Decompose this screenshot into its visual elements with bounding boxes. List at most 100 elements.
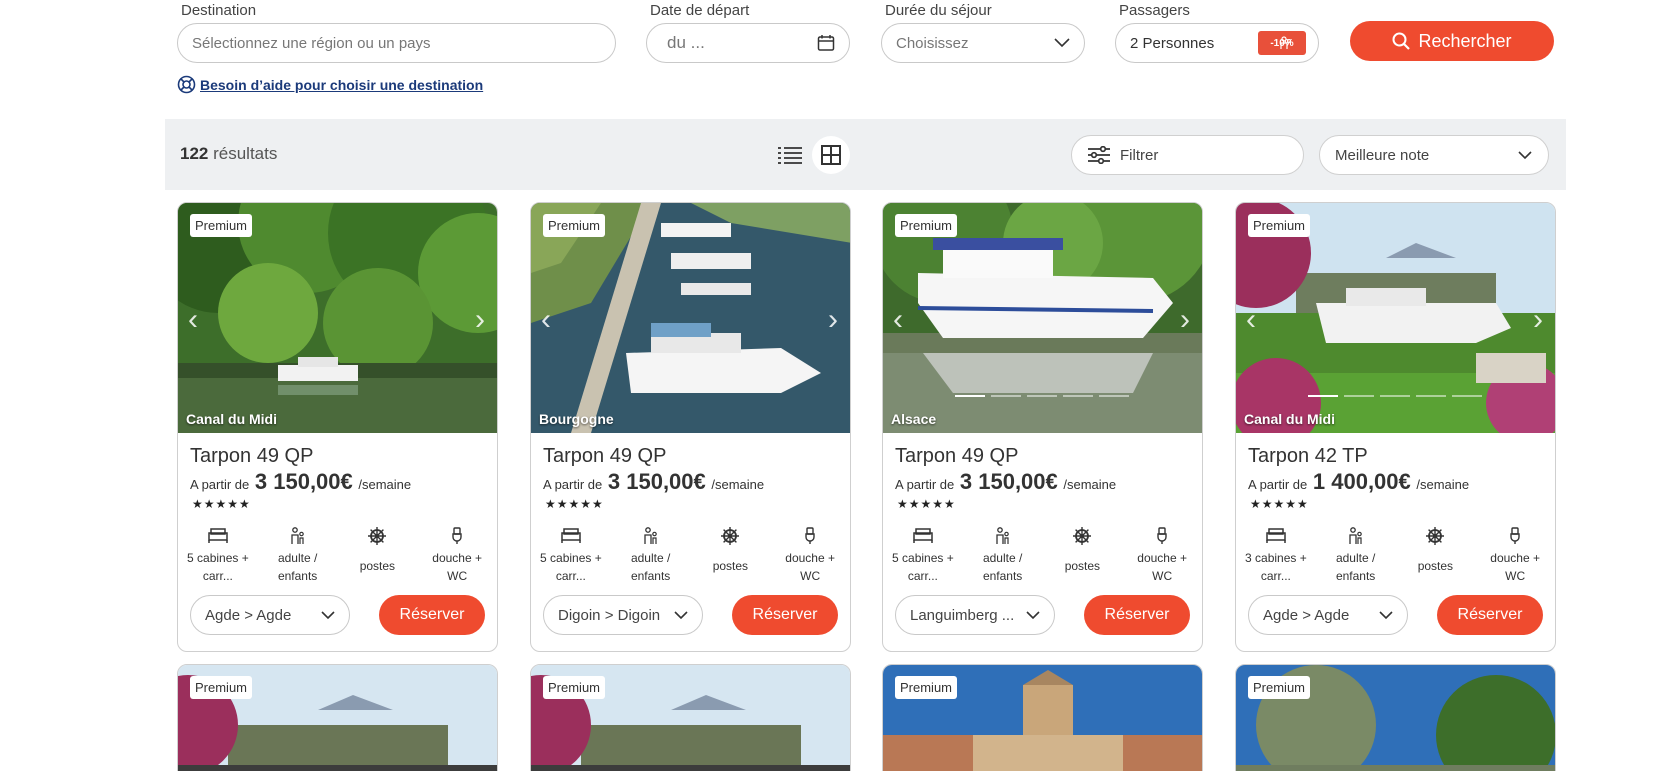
listing-card[interactable]: Premium: [177, 664, 498, 771]
destination-field[interactable]: Sélectionnez une région ou un pays: [177, 23, 616, 63]
route-value: Digoin > Digoin: [558, 606, 661, 624]
boat-photo[interactable]: Premium ‹ › Canal du Midi: [178, 203, 497, 433]
reserve-button[interactable]: Réserver: [379, 595, 485, 635]
feature-cabins: 3 cabines + carr...: [1236, 525, 1316, 585]
reserve-button[interactable]: Réserver: [1437, 595, 1543, 635]
search-icon: [1392, 32, 1411, 50]
listing-card[interactable]: Premium ‹ › Alsace Tarpon 49 QP A partir…: [882, 202, 1203, 652]
listing-card[interactable]: Premium: [530, 664, 851, 771]
toilet-icon: [451, 525, 463, 547]
feature-cabins-text: 5 cabines + carr...: [892, 551, 954, 583]
chevron-left-icon[interactable]: ‹: [1246, 303, 1256, 337]
route-value: Agde > Agde: [205, 606, 292, 624]
feature-guests: adulte / enfants: [258, 525, 338, 585]
price-suffix: /semaine: [711, 477, 765, 492]
chevron-down-icon: [1518, 151, 1532, 160]
results-label: résultats: [213, 144, 278, 163]
premium-badge: Premium: [543, 676, 606, 699]
feature-shower-text: douche + WC: [432, 551, 482, 583]
chevron-left-icon[interactable]: ‹: [893, 303, 903, 337]
chevron-down-icon: [321, 611, 335, 620]
listing-card[interactable]: Premium: [1235, 664, 1556, 771]
listing-card[interactable]: Premium ‹ › Bourgogne Tarpon 49 QP A par…: [530, 202, 851, 652]
chevron-left-icon[interactable]: ‹: [541, 303, 551, 337]
photo-river-boat: [883, 203, 1202, 433]
premium-badge: Premium: [190, 214, 253, 237]
boat-photo[interactable]: Premium ‹ › Canal du Midi: [1236, 203, 1555, 433]
chevron-right-icon[interactable]: ›: [828, 303, 838, 337]
filter-button[interactable]: Filtrer: [1071, 135, 1304, 175]
price-suffix: /semaine: [1063, 477, 1117, 492]
departure-placeholder: du ...: [667, 33, 705, 52]
boat-photo[interactable]: Premium: [1236, 665, 1555, 771]
toilet-icon: [1156, 525, 1168, 547]
bed-icon: [208, 525, 228, 547]
chevron-down-icon: [1054, 38, 1070, 48]
feature-cabins: 5 cabines + carr...: [178, 525, 258, 585]
chevron-right-icon[interactable]: ›: [1180, 303, 1190, 337]
passengers-field[interactable]: 2 Personnes -10%: [1115, 23, 1319, 63]
feature-cabins-text: 3 cabines + carr...: [1245, 551, 1307, 583]
toilet-icon: [804, 525, 816, 547]
sort-select[interactable]: Meilleure note: [1319, 135, 1549, 175]
boat-photo[interactable]: Premium ‹ › Bourgogne: [531, 203, 850, 433]
price-value: 3 150,00€: [607, 469, 706, 494]
route-select[interactable]: Agde > Agde: [1248, 595, 1408, 635]
route-select[interactable]: Languimberg ...: [895, 595, 1055, 635]
feature-shower: douche + WC: [1475, 525, 1555, 585]
feature-shower-text: douche + WC: [785, 551, 835, 583]
reserve-button[interactable]: Réserver: [732, 595, 838, 635]
toilet-icon: [1509, 525, 1521, 547]
search-button[interactable]: Rechercher: [1350, 21, 1554, 61]
boat-photo[interactable]: Premium: [531, 665, 850, 771]
premium-badge: Premium: [1248, 676, 1311, 699]
route-select[interactable]: Digoin > Digoin: [543, 595, 703, 635]
departure-field[interactable]: du ...: [646, 23, 850, 63]
list-icon: [778, 147, 802, 164]
price-value: 1 400,00€: [1312, 469, 1411, 494]
reserve-button[interactable]: Réserver: [1084, 595, 1190, 635]
results-toolbar: 122 résultats Filtrer Meilleure note: [165, 119, 1566, 190]
help-link[interactable]: Besoin d’aide pour choisir une destinati…: [177, 75, 483, 94]
price-suffix: /semaine: [1416, 477, 1470, 492]
listing-card[interactable]: Premium ‹ › Canal du Midi Tarpon 49 QP A…: [177, 202, 498, 652]
boat-photo[interactable]: Premium ‹ › Alsace: [883, 203, 1202, 433]
feature-helm-text: postes: [1417, 559, 1454, 573]
chevron-right-icon[interactable]: ›: [475, 303, 485, 337]
region-label: Canal du Midi: [186, 411, 277, 427]
chevron-left-icon[interactable]: ‹: [188, 303, 198, 337]
price-prefix: A partir de: [543, 477, 603, 492]
lifebuoy-icon: [177, 75, 196, 94]
duration-select[interactable]: Choisissez: [881, 23, 1085, 63]
grid-icon: [821, 145, 841, 165]
boat-name: Tarpon 49 QP: [543, 445, 667, 467]
rating-stars: ★★★★★: [192, 497, 251, 511]
listing-card[interactable]: Premium: [882, 664, 1203, 771]
feature-cabins-text: 5 cabines + carr...: [540, 551, 602, 583]
price-line: A partir de 3 150,00€ /semaine: [895, 469, 1116, 495]
rating-stars: ★★★★★: [545, 497, 604, 511]
features-row: 5 cabines + carr... adulte / enfants pos…: [531, 525, 850, 585]
route-select[interactable]: Agde > Agde: [190, 595, 350, 635]
boat-photo[interactable]: Premium: [178, 665, 497, 771]
premium-badge: Premium: [895, 214, 958, 237]
helm-icon: [1426, 525, 1445, 547]
sort-value: Meilleure note: [1335, 146, 1430, 164]
price-value: 3 150,00€: [254, 469, 353, 494]
list-view-button[interactable]: [771, 136, 809, 174]
route-value: Agde > Agde: [1263, 606, 1350, 624]
price-prefix: A partir de: [895, 477, 955, 492]
chevron-right-icon[interactable]: ›: [1533, 303, 1543, 337]
duration-label: Durée du séjour: [885, 2, 992, 19]
chevron-down-icon: [674, 611, 688, 620]
grid-view-button[interactable]: [812, 136, 850, 174]
price-line: A partir de 3 150,00€ /semaine: [543, 469, 764, 495]
feature-helm: postes: [338, 525, 418, 585]
listing-card[interactable]: Premium ‹ › Canal du Midi Tarpon 42 TP A…: [1235, 202, 1556, 652]
feature-guests-text: adulte / enfants: [630, 551, 671, 583]
feature-guests-text: adulte / enfants: [982, 551, 1023, 583]
feature-guests-text: adulte / enfants: [1335, 551, 1376, 583]
boat-photo[interactable]: Premium: [883, 665, 1202, 771]
route-value: Languimberg ...: [910, 606, 1015, 624]
feature-cabins-text: 5 cabines + carr...: [187, 551, 249, 583]
